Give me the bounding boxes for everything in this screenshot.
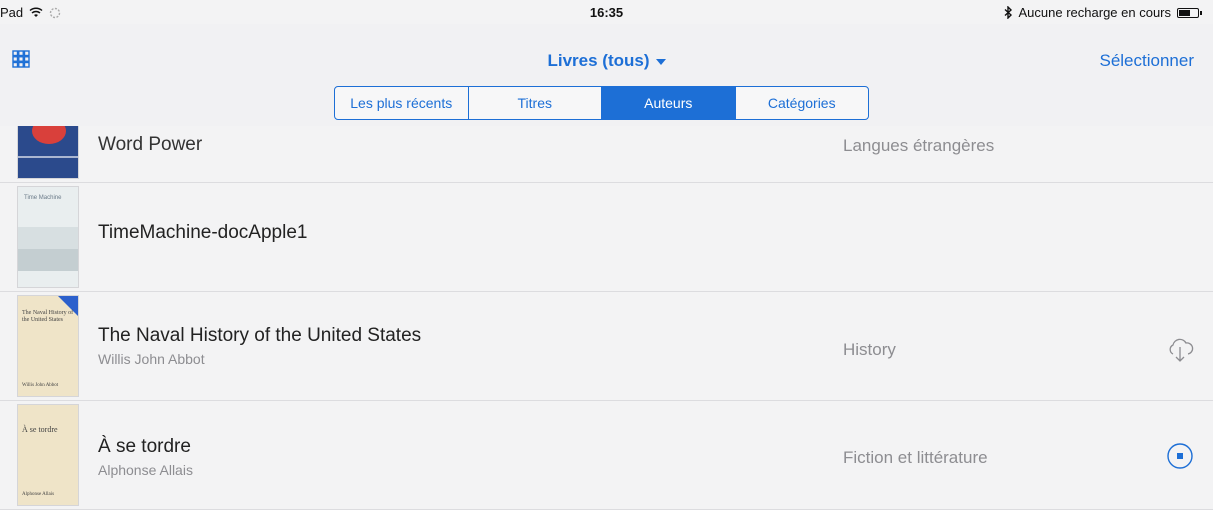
book-cover: Time Machine: [17, 186, 79, 288]
book-cover: [17, 126, 79, 179]
tab-recent[interactable]: Les plus récents: [335, 87, 469, 119]
cover-text: À se tordre: [22, 425, 58, 434]
book-row[interactable]: Word Power Langues étrangères: [0, 126, 1213, 183]
book-list: Word Power Langues étrangères Time Machi…: [0, 126, 1213, 510]
tab-titles[interactable]: Titres: [469, 87, 602, 119]
book-category: History: [843, 340, 896, 359]
book-row[interactable]: Time Machine TimeMachine-docApple1: [0, 183, 1213, 292]
collection-title: Livres (tous): [0, 51, 1213, 71]
book-row[interactable]: The Naval History of the United States W…: [0, 292, 1213, 401]
select-button[interactable]: Sélectionner: [1099, 51, 1194, 71]
book-author: Alphonse Allais: [98, 462, 193, 478]
sort-segmented-control: Les plus récents Titres Auteurs Catégori…: [334, 86, 869, 120]
book-category: Fiction et littérature: [843, 448, 988, 467]
book-title: À se tordre: [98, 436, 191, 457]
stop-download-icon[interactable]: [1165, 441, 1195, 471]
collection-title-label: Livres (tous): [547, 51, 650, 70]
collection-dropdown[interactable]: Livres (tous): [547, 51, 666, 70]
book-title: Word Power: [98, 134, 203, 155]
cover-author: Alphonse Allais: [22, 492, 55, 497]
book-category: Langues étrangères: [843, 136, 995, 155]
tab-categories[interactable]: Catégories: [736, 87, 869, 119]
cover-text: Time Machine: [24, 195, 62, 201]
status-right: Aucune recharge en cours: [1004, 5, 1202, 20]
cover-author: Willis John Abbot: [22, 383, 59, 388]
book-cover: À se tordre Alphonse Allais: [17, 404, 79, 506]
cover-text: The Naval History of the United States: [22, 310, 74, 324]
caret-down-icon: [655, 58, 666, 65]
charging-status: Aucune recharge en cours: [1018, 5, 1171, 20]
book-author: Willis John Abbot: [98, 351, 205, 367]
battery-icon: [1177, 7, 1202, 18]
book-title: The Naval History of the United States: [98, 325, 422, 346]
bluetooth-icon: [1004, 6, 1012, 19]
book-cover: The Naval History of the United States W…: [17, 295, 79, 397]
book-row[interactable]: À se tordre Alphonse Allais À se tordre …: [0, 401, 1213, 510]
cloud-download-icon[interactable]: [1165, 334, 1195, 364]
tab-authors[interactable]: Auteurs: [602, 87, 736, 119]
nav-bar: Livres (tous) Sélectionner Les plus réce…: [0, 24, 1213, 126]
status-bar: Pad 16:35 Aucune recharge en cours: [0, 0, 1213, 24]
book-title: TimeMachine-docApple1: [98, 222, 308, 243]
